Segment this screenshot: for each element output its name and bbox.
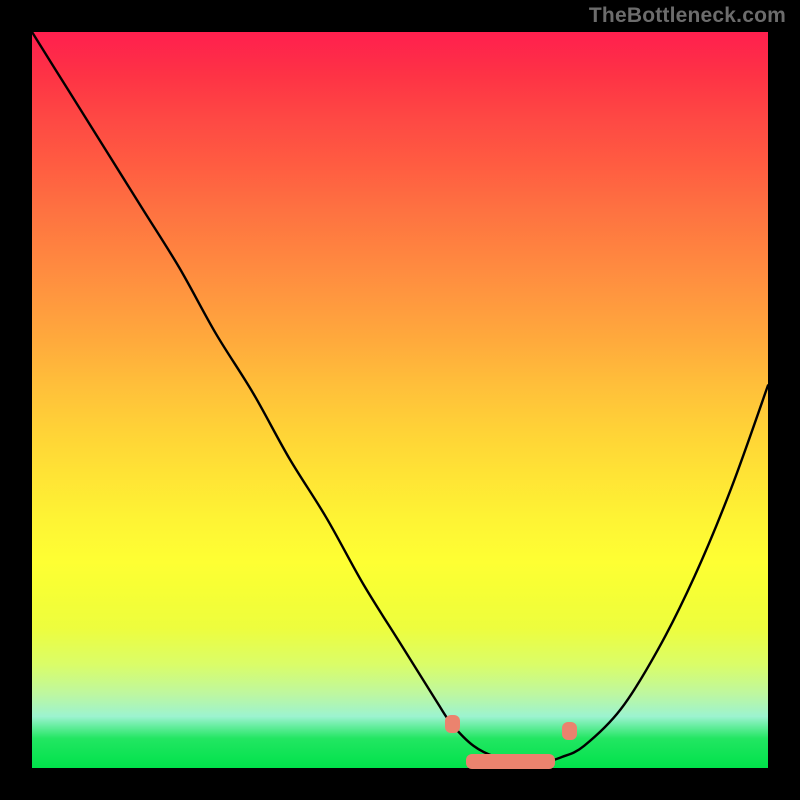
curve-svg: [32, 32, 768, 768]
optimal-marker-band: [466, 754, 554, 769]
watermark-text: TheBottleneck.com: [589, 4, 786, 28]
chart-container: TheBottleneck.com: [0, 0, 800, 800]
optimal-marker-left: [445, 715, 460, 733]
optimal-marker-right: [562, 722, 577, 740]
plot-area: [32, 32, 768, 768]
bottleneck-curve: [32, 32, 768, 761]
